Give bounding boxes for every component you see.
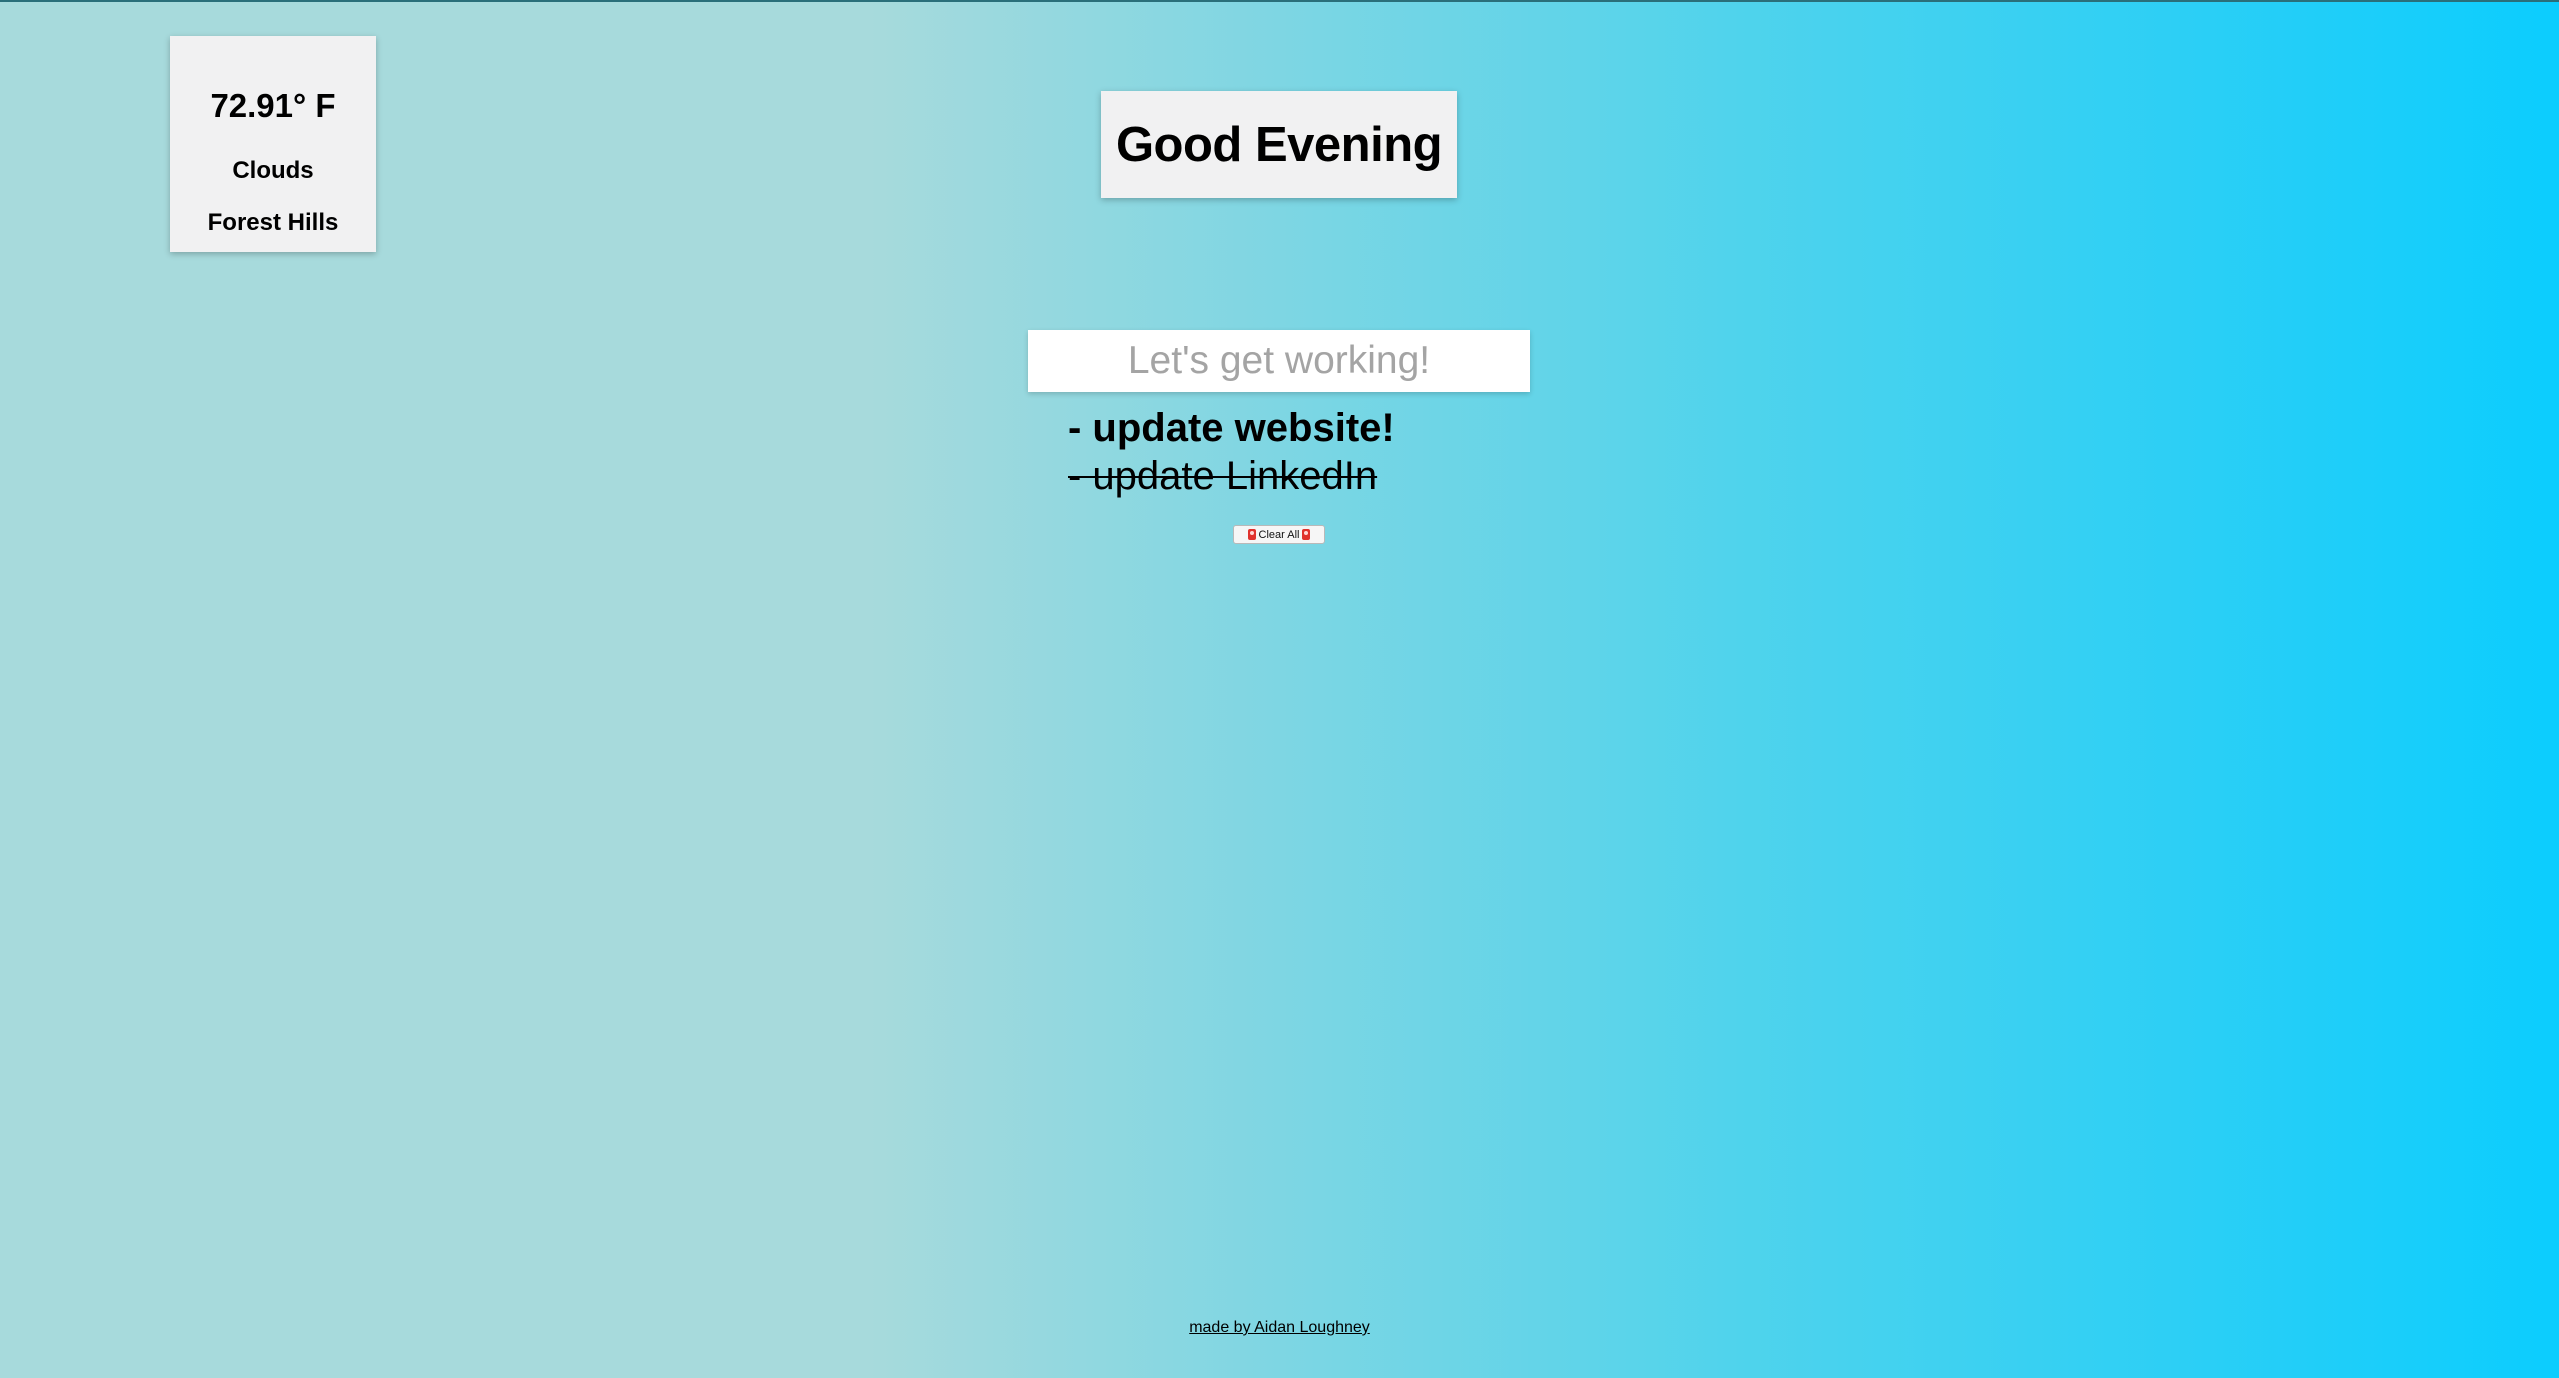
footer: made by Aidan Loughney	[0, 1319, 2559, 1337]
alarm-icon	[1247, 529, 1256, 540]
weather-condition: Clouds	[232, 157, 314, 184]
weather-card: 72.91° F Clouds Forest Hills	[170, 36, 376, 252]
greeting-card: Good Evening	[1101, 91, 1457, 198]
todo-list: - update website! - update LinkedIn	[1068, 404, 1395, 500]
todo-item-completed[interactable]: - update LinkedIn	[1068, 452, 1395, 500]
author-credit-link[interactable]: made by Aidan Loughney	[1189, 1319, 1370, 1336]
weather-location-wrap: Forest Hills	[170, 209, 376, 251]
weather-temperature-wrap: 72.91° F	[170, 87, 376, 144]
greeting-text: Good Evening	[1115, 117, 1443, 172]
alarm-icon	[1302, 529, 1311, 540]
clear-all-label: Clear All	[1258, 528, 1300, 541]
todo-input[interactable]	[1028, 330, 1530, 392]
todo-item[interactable]: - update website!	[1068, 404, 1395, 452]
weather-temperature: 72.91° F	[210, 87, 336, 124]
weather-condition-wrap: Clouds	[170, 157, 376, 199]
weather-location: Forest Hills	[207, 209, 339, 236]
clear-all-button[interactable]: Clear All	[1233, 525, 1325, 544]
